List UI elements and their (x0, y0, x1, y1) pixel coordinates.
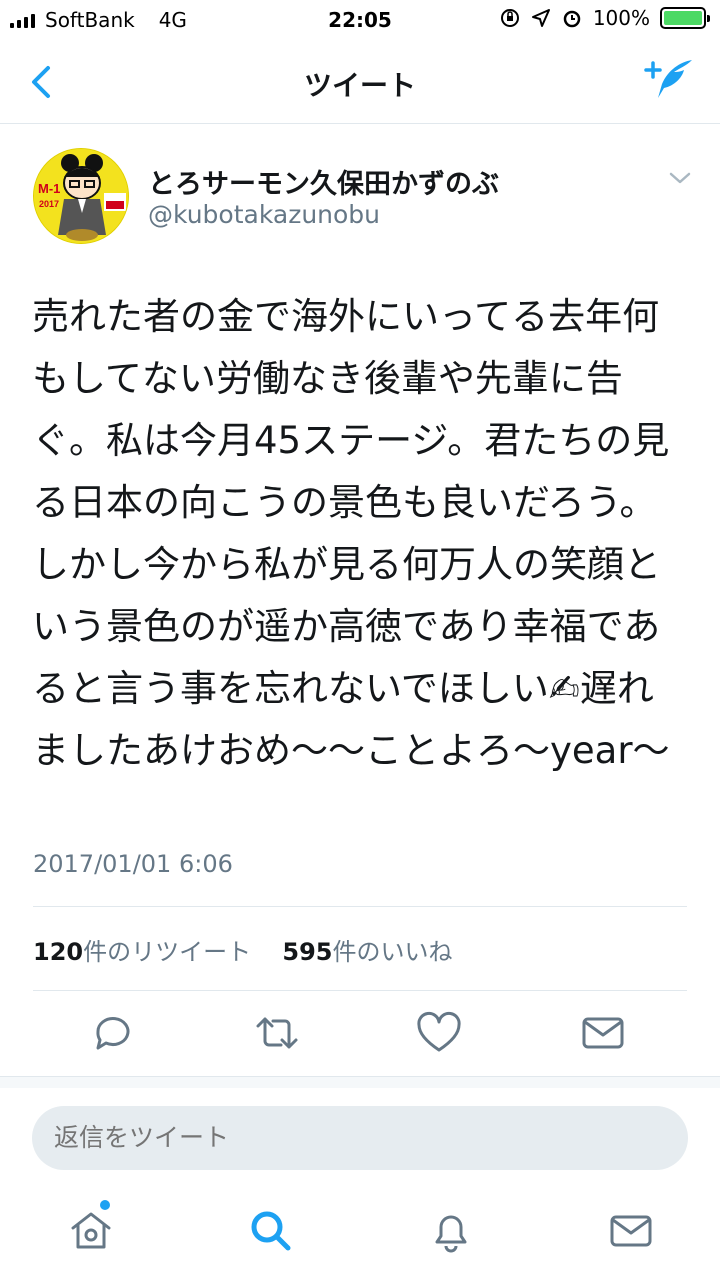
chevron-down-icon[interactable] (668, 170, 692, 186)
tweet-text: 売れた者の金で海外にいってる去年何もしてない労働なき後輩や先輩に告ぐ。私は今月4… (32, 295, 670, 772)
compose-tweet-icon[interactable] (644, 56, 696, 104)
messages-icon[interactable] (606, 1206, 656, 1256)
battery-percent: 100% (592, 6, 650, 30)
reply-icon[interactable] (88, 1008, 138, 1058)
new-content-dot (100, 1200, 110, 1210)
retweet-icon[interactable] (252, 1008, 302, 1058)
retweet-stat[interactable]: 120件のリツイート (33, 938, 251, 966)
orientation-lock-icon (500, 9, 519, 27)
tab-bar (0, 1196, 720, 1280)
reply-box[interactable] (32, 1106, 688, 1170)
divider (33, 906, 687, 907)
display-name[interactable]: とろサーモン久保田かずのぶ (148, 162, 499, 201)
page-title: ツイート (303, 69, 416, 102)
like-stat[interactable]: 595件のいいね (282, 938, 452, 966)
tweet-timestamp: 2017/01/01 6:06 (33, 850, 233, 878)
status-bar: SoftBank 4G 22:05 100% (0, 0, 720, 40)
section-separator (0, 1076, 720, 1088)
svg-text:M-1: M-1 (38, 181, 60, 196)
navigation-bar: ツイート (0, 40, 720, 124)
tweet-actions (0, 1008, 720, 1058)
like-count: 595 (282, 938, 333, 966)
home-icon[interactable] (66, 1206, 116, 1256)
like-label: 件のいいね (332, 938, 453, 966)
retweet-label: 件のリツイート (83, 938, 252, 966)
avatar-image: M-1 2017 (34, 149, 128, 243)
notifications-icon[interactable] (426, 1206, 476, 1256)
svg-text:2017: 2017 (39, 199, 59, 209)
reply-input[interactable] (54, 1124, 376, 1153)
avatar[interactable]: M-1 2017 (33, 148, 129, 244)
location-icon (531, 9, 550, 27)
divider (33, 990, 687, 991)
like-icon[interactable] (414, 1008, 464, 1058)
user-handle[interactable]: @kubotakazunobu (148, 200, 380, 229)
alarm-icon (563, 10, 581, 28)
direct-message-icon[interactable] (578, 1008, 628, 1058)
search-icon[interactable] (246, 1206, 296, 1256)
battery-level (664, 11, 702, 25)
battery-icon (660, 7, 710, 29)
retweet-count: 120 (33, 938, 84, 966)
tweet-stats: 120件のリツイート 595件のいいね (33, 932, 453, 967)
